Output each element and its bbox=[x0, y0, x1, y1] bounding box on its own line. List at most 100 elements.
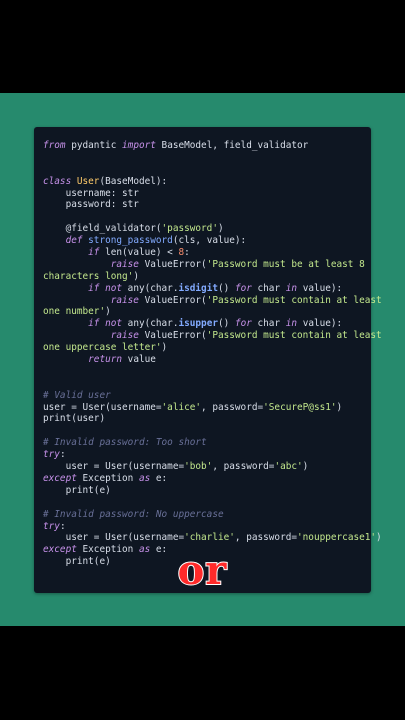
code-token: for bbox=[234, 282, 252, 294]
code-token: import bbox=[122, 140, 156, 151]
code-token: 'alice' bbox=[161, 401, 202, 413]
code-token: class bbox=[43, 175, 72, 187]
code-line: if len(value) < 8: bbox=[43, 247, 365, 259]
code-token: if bbox=[43, 247, 100, 259]
code-token: len(value) < bbox=[99, 247, 179, 259]
code-token: 'Password must be at least 8 bbox=[206, 258, 365, 270]
code-token: username: str bbox=[43, 187, 139, 199]
code-token: char bbox=[251, 318, 286, 330]
code-line: # Invalid password: No uppercase bbox=[43, 509, 365, 521]
code-token: ) bbox=[217, 223, 224, 235]
code-line: characters long') bbox=[43, 271, 365, 283]
code-token: print(user) bbox=[43, 413, 106, 425]
code-token: 'bob' bbox=[184, 461, 213, 473]
code-token: ) bbox=[133, 270, 139, 282]
code-token: print(e) bbox=[43, 484, 111, 496]
code-line: one uppercase letter') bbox=[43, 342, 365, 354]
code-token: any(char. bbox=[122, 282, 179, 294]
code-token: characters long' bbox=[43, 270, 134, 282]
code-token: raise bbox=[43, 258, 139, 270]
code-token: def bbox=[43, 235, 83, 247]
code-line: except Exception as e: bbox=[43, 473, 365, 485]
code-token: ValueError( bbox=[138, 330, 207, 342]
code-token: ValueError( bbox=[138, 258, 207, 270]
code-token: BaseModel, field_validator bbox=[155, 140, 309, 151]
code-token: 'password' bbox=[161, 223, 218, 235]
code-token: raise bbox=[43, 330, 139, 342]
code-card: from pydantic import BaseModel, field_va… bbox=[34, 127, 382, 593]
code-line: return value bbox=[43, 354, 365, 366]
code-token: isupper bbox=[178, 318, 218, 330]
code-token: 'charlie' bbox=[184, 532, 235, 544]
code-token: pydantic bbox=[65, 140, 123, 151]
code-token: any(char. bbox=[122, 318, 179, 330]
code-token: one uppercase letter' bbox=[43, 342, 162, 354]
code-token: except bbox=[43, 472, 77, 484]
code-token: try bbox=[43, 449, 60, 461]
code-token: one number' bbox=[43, 306, 106, 318]
code-token: strong_password bbox=[82, 235, 173, 247]
code-line: raise ValueError('Password must contain … bbox=[43, 294, 382, 307]
code-token: raise bbox=[43, 294, 139, 306]
code-token: User bbox=[71, 175, 100, 187]
code-token: char bbox=[251, 282, 286, 294]
code-token: # Invalid password: Too short bbox=[43, 437, 207, 449]
code-token: # Invalid password: No uppercase bbox=[43, 508, 224, 520]
code-line: @field_validator('password') bbox=[43, 223, 365, 235]
code-token: , password= bbox=[201, 401, 264, 413]
code-token: ) bbox=[376, 532, 382, 544]
code-token: : bbox=[59, 520, 66, 532]
code-token: @field_validator( bbox=[43, 223, 162, 235]
code-line: print(e) bbox=[43, 485, 365, 497]
code-token: in bbox=[285, 282, 298, 294]
code-line: # Invalid password: Too short bbox=[43, 437, 365, 449]
code-token: (cls, value): bbox=[172, 235, 247, 247]
code-token: try bbox=[43, 520, 60, 532]
code-token: ) bbox=[161, 342, 168, 354]
code-line: try: bbox=[43, 449, 365, 461]
code-token: ValueError( bbox=[138, 294, 207, 306]
overlay-word: or bbox=[177, 546, 228, 595]
code-token: # Valid user bbox=[43, 389, 111, 401]
code-token: for bbox=[234, 318, 252, 330]
code-line: raise ValueError('Password must be at le… bbox=[43, 259, 365, 271]
code-token: 'SecureP@ss1' bbox=[263, 401, 337, 413]
code-token: () bbox=[218, 282, 235, 294]
code-token: return bbox=[43, 354, 123, 366]
code-token: if bbox=[43, 282, 100, 294]
code-line: user = User(username='bob', password='ab… bbox=[43, 461, 365, 473]
code-token: ) bbox=[302, 461, 309, 473]
code-token: user = User(username= bbox=[43, 461, 185, 473]
code-token: not bbox=[99, 318, 123, 330]
code-line: def strong_password(cls, value): bbox=[43, 235, 365, 247]
code-token: not bbox=[99, 282, 123, 294]
code-token: Exception bbox=[76, 472, 139, 484]
code-line: try: bbox=[43, 521, 365, 533]
code-line: one number') bbox=[43, 306, 365, 318]
code-token: 'Password must contain at least bbox=[206, 330, 382, 342]
code-line: if not any(char.isdigit() for char in va… bbox=[43, 283, 365, 295]
code-line: user = User(username='charlie', password… bbox=[43, 532, 382, 544]
code-token: user = User(username= bbox=[43, 401, 162, 413]
code-block: from pydantic import BaseModel, field_va… bbox=[43, 140, 382, 568]
code-token: password: str bbox=[43, 199, 139, 211]
code-line: # Valid user bbox=[43, 390, 365, 402]
code-token: () bbox=[218, 318, 235, 330]
code-line: from pydantic import BaseModel, field_va… bbox=[43, 140, 365, 152]
code-token: 'abc' bbox=[274, 461, 303, 473]
code-line: class User(BaseModel): bbox=[43, 176, 365, 188]
code-token: if bbox=[43, 318, 100, 330]
code-line: if not any(char.isupper() for char in va… bbox=[43, 318, 365, 330]
top-black-bar bbox=[0, 0, 405, 93]
code-token: : bbox=[59, 449, 66, 461]
code-token: user = User(username= bbox=[43, 532, 185, 544]
code-line: user = User(username='alice', password='… bbox=[43, 402, 365, 414]
code-line: password: str bbox=[43, 199, 365, 211]
